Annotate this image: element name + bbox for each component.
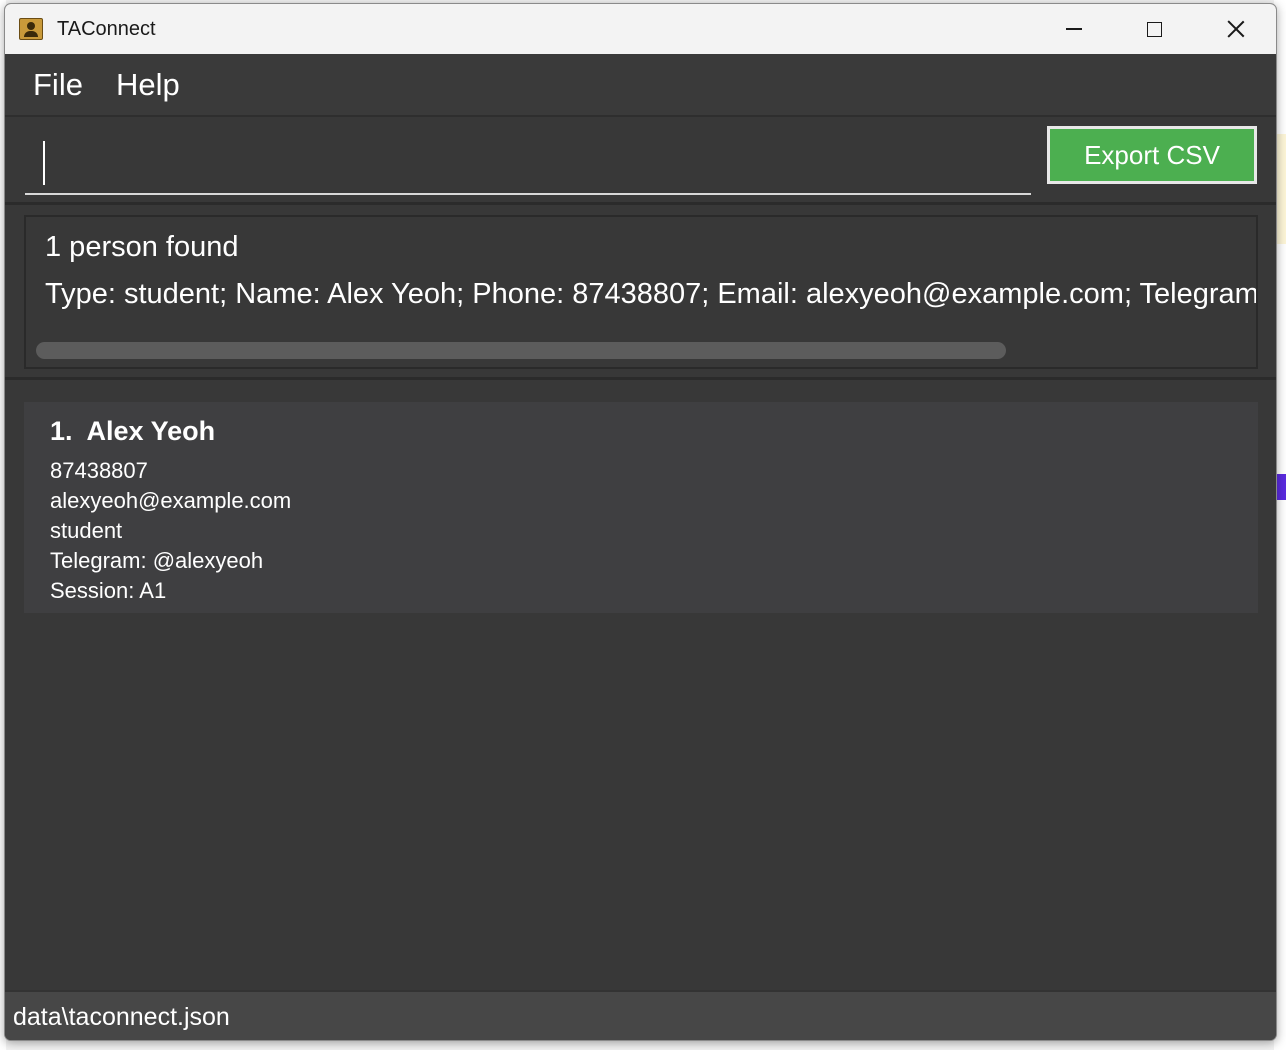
minimize-icon	[1065, 28, 1082, 30]
person-session: Session: A1	[50, 578, 167, 603]
status-bar: data\taconnect.json	[5, 990, 1276, 1040]
close-icon	[1227, 20, 1245, 38]
person-name: Alex Yeoh	[86, 416, 216, 446]
result-summary: 1 person found	[45, 231, 239, 263]
app-window: TAConnect File Help Export CSV 1 person …	[4, 3, 1277, 1041]
contacts-app-icon	[19, 18, 43, 40]
result-detail: Type: student; Name: Alex Yeoh; Phone: 8…	[45, 278, 1258, 310]
menu-help[interactable]: Help	[116, 67, 180, 103]
person-telegram: Telegram: @alexyeoh	[50, 548, 264, 573]
person-list: 1. Alex Yeoh 87438807 alexyeoh@example.co…	[5, 402, 1276, 990]
maximize-button[interactable]	[1114, 4, 1195, 54]
person-card[interactable]: 1. Alex Yeoh 87438807 alexyeoh@example.co…	[24, 402, 1258, 613]
title-bar[interactable]: TAConnect	[5, 4, 1276, 54]
export-csv-button[interactable]: Export CSV	[1047, 126, 1257, 184]
person-index: 1.	[50, 416, 73, 446]
background-tag	[1276, 474, 1286, 500]
person-title: 1. Alex Yeoh	[50, 416, 215, 447]
horizontal-scrollbar[interactable]	[36, 342, 1006, 359]
text-caret	[43, 141, 45, 185]
person-type: student	[50, 518, 123, 543]
person-email: alexyeoh@example.com	[50, 488, 292, 513]
window-title: TAConnect	[57, 17, 156, 40]
result-display-area: 1 person found Type: student; Name: Alex…	[5, 205, 1276, 380]
command-box-area: Export CSV	[5, 117, 1276, 205]
menu-file[interactable]: File	[33, 67, 83, 103]
minimize-button[interactable]	[1033, 4, 1114, 54]
save-file-path: data\taconnect.json	[13, 1003, 230, 1031]
close-button[interactable]	[1195, 4, 1276, 54]
result-display: 1 person found Type: student; Name: Alex…	[24, 215, 1258, 369]
menu-bar: File Help	[5, 54, 1276, 117]
window-controls	[1033, 4, 1276, 54]
person-phone: 87438807	[50, 458, 148, 483]
command-input[interactable]	[25, 129, 1031, 195]
maximize-icon	[1147, 21, 1162, 37]
